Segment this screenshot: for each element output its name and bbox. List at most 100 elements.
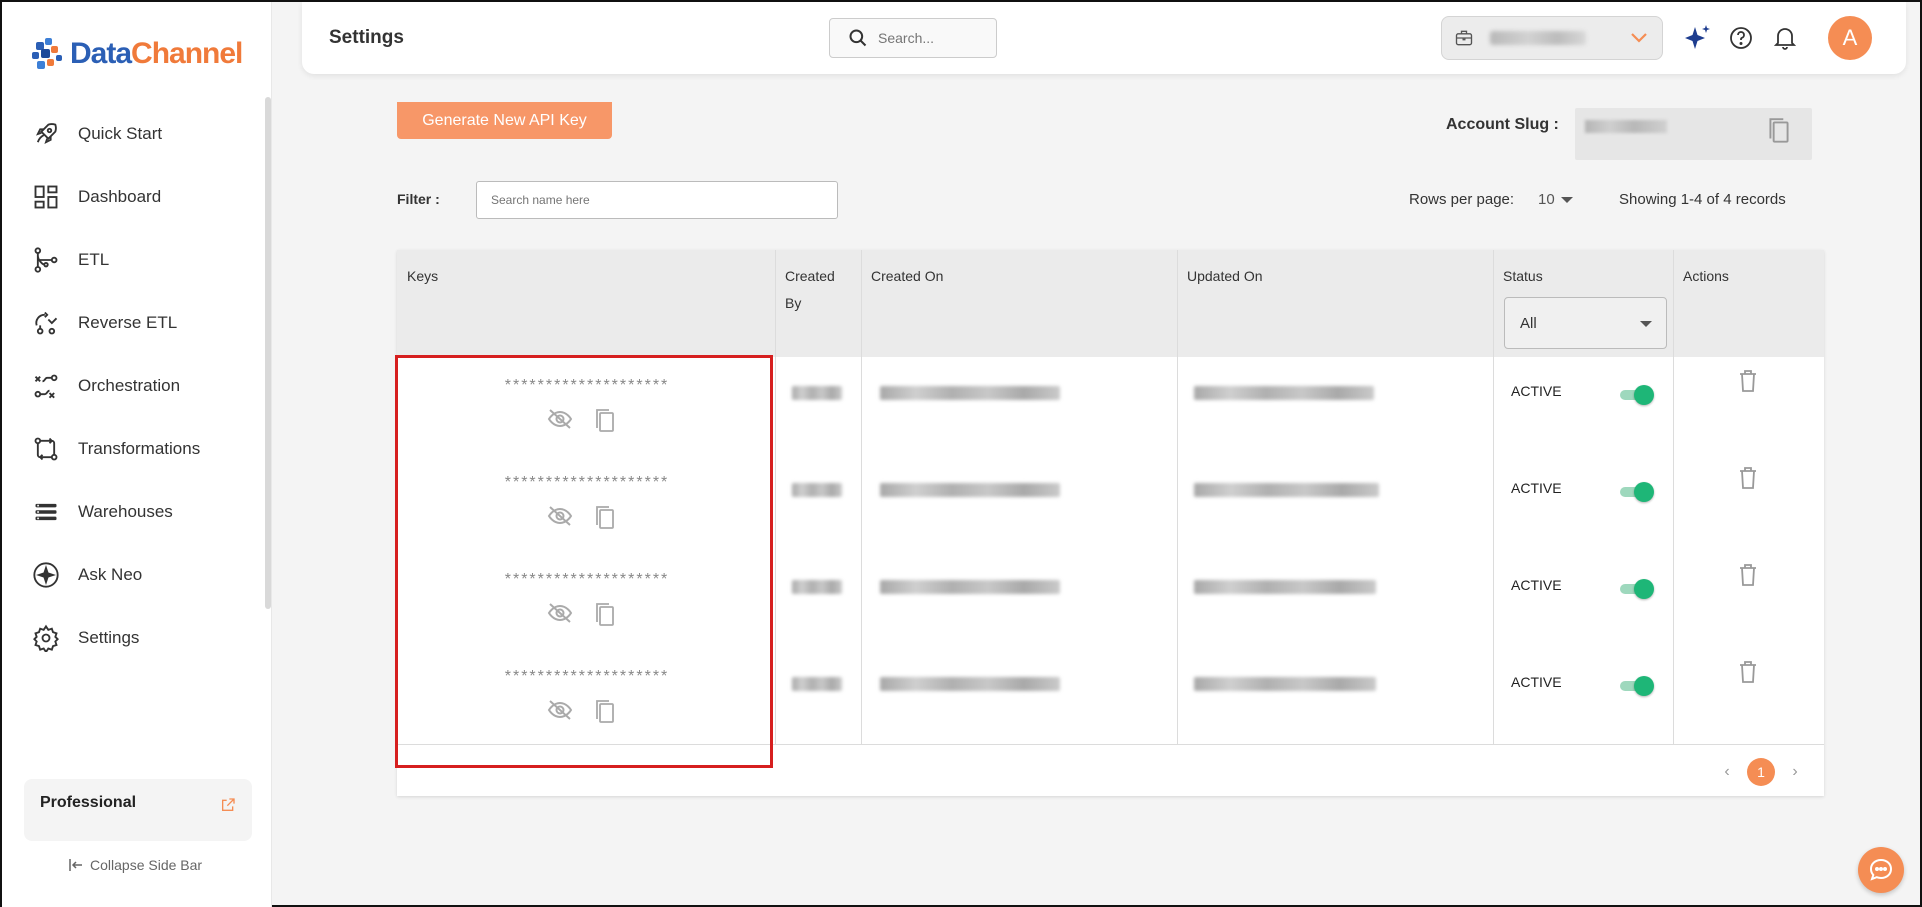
ai-sparkle-icon [1685,25,1710,49]
status-text: ACTIVE [1511,577,1562,593]
plan-name: Professional [40,794,137,811]
updated-on-redacted [1194,386,1374,400]
created-by-redacted [792,386,842,400]
account-slug-value-redacted [1585,120,1667,133]
records-count: Showing 1-4 of 4 records [1619,191,1786,208]
header-created-on-label: Created On [871,268,944,284]
header-actions-label: Actions [1683,268,1729,284]
collapse-arrow-icon [69,859,82,871]
status-text: ACTIVE [1511,674,1562,690]
etl-branch-icon [34,246,58,273]
notifications-button[interactable] [1770,23,1800,53]
copy-icon[interactable] [1766,116,1792,146]
status-toggle[interactable] [1620,482,1654,502]
updated-on-redacted [1194,483,1379,497]
filter-input[interactable] [476,181,838,219]
status-text: ACTIVE [1511,383,1562,399]
sidebar-item-label: Warehouses [78,501,173,521]
help-button[interactable] [1726,23,1756,53]
caret-down-icon [1640,321,1652,327]
sidebar-item-label: Dashboard [78,186,162,206]
search-icon [849,29,867,47]
keys-column-highlight [395,355,773,768]
top-header: Settings A [302,2,1906,74]
sparkle-icon [33,561,59,588]
header-keys: Keys [397,250,775,357]
rows-per-page-select[interactable]: 10 [1538,191,1573,208]
collapse-sidebar-button[interactable]: Collapse Side Bar [68,857,202,873]
created-by-redacted [792,677,842,691]
sidebar-item-label: Transformations [78,438,201,458]
created-on-redacted [880,580,1060,594]
workspace-selector[interactable] [1441,16,1663,60]
dashboard-grid-icon [34,185,58,208]
table-header: Keys Created By Created On Updated On Sta… [397,250,1824,357]
sidebar-item-label: Ask Neo [78,564,143,584]
workspace-name-redacted [1490,31,1586,45]
sidebar-item-dashboard[interactable]: Dashboard [2,165,264,228]
sidebar-item-orchestration[interactable]: Orchestration [2,354,264,417]
account-slug-label: Account Slug : [1446,116,1559,133]
sidebar-item-warehouses[interactable]: Warehouses [2,480,264,543]
sidebar-item-settings[interactable]: Settings [2,606,264,669]
chat-support-button[interactable] [1858,847,1904,893]
caret-down-icon [1560,196,1573,203]
trash-icon[interactable] [1737,563,1759,592]
sidebar-item-label: Reverse ETL [78,312,178,332]
sidebar-nav: Quick Start Dashboard ETL Reverse ETL Or… [2,102,264,669]
sidebar-item-label: Orchestration [78,375,181,395]
header-created-by-label-2: By [785,295,802,311]
status-text: ACTIVE [1511,480,1562,496]
sidebar-item-transformations[interactable]: Transformations [2,417,264,480]
ai-sparkle-button[interactable] [1683,23,1713,53]
header-status-label: Status [1503,268,1543,284]
reverse-etl-icon [35,311,58,334]
rows-per-page-value: 10 [1538,191,1555,208]
generate-api-key-button[interactable]: Generate New API Key [397,102,612,139]
created-by-redacted [792,580,842,594]
rows-per-page-label: Rows per page: [1409,191,1515,208]
status-toggle[interactable] [1620,676,1654,696]
sidebar-item-label: Settings [78,627,140,647]
trash-icon[interactable] [1737,369,1759,398]
prev-page-button[interactable]: ‹ [1717,763,1737,781]
sidebar-item-ask-neo[interactable]: Ask Neo [2,543,264,606]
briefcase-icon [1455,30,1473,46]
sidebar-item-quick-start[interactable]: Quick Start [2,102,264,165]
external-link-icon[interactable] [220,797,236,813]
created-by-redacted [792,483,842,497]
page-title: Settings [329,27,404,48]
pagination: ‹ 1 › [1717,758,1805,786]
updated-on-redacted [1194,677,1376,691]
sidebar-item-etl[interactable]: ETL [2,228,264,291]
sidebar-item-reverse-etl[interactable]: Reverse ETL [2,291,264,354]
logo-text-channel: Channel [131,37,243,70]
user-avatar[interactable]: A [1828,16,1872,60]
bell-icon [1774,28,1796,50]
page-number-button[interactable]: 1 [1747,758,1775,786]
header-created-by-label-1: Created [785,268,835,284]
help-icon [1730,27,1752,49]
warehouse-stack-icon [35,503,57,520]
logo-mark-icon [32,36,68,72]
next-page-button[interactable]: › [1785,763,1805,781]
sidebar-item-label: ETL [78,249,110,269]
status-toggle[interactable] [1620,385,1654,405]
trash-icon[interactable] [1737,466,1759,495]
status-filter-value: All [1520,314,1537,332]
search-input[interactable] [878,30,988,46]
sidebar-item-label: Quick Start [78,123,163,143]
account-slug-field [1575,108,1812,160]
trash-icon[interactable] [1737,660,1759,689]
sidebar-scrollbar[interactable] [265,97,271,609]
status-toggle[interactable] [1620,579,1654,599]
transform-icon [34,437,58,460]
header-created-on: Created On [861,250,1177,357]
datachannel-logo[interactable]: DataChannel [32,36,243,72]
status-filter-select[interactable]: All [1504,297,1667,349]
collapse-label: Collapse Side Bar [90,857,203,873]
global-search[interactable] [829,18,997,58]
plan-card[interactable]: Professional [24,779,252,841]
orchestration-icon [34,374,58,398]
header-keys-label: Keys [407,268,439,284]
